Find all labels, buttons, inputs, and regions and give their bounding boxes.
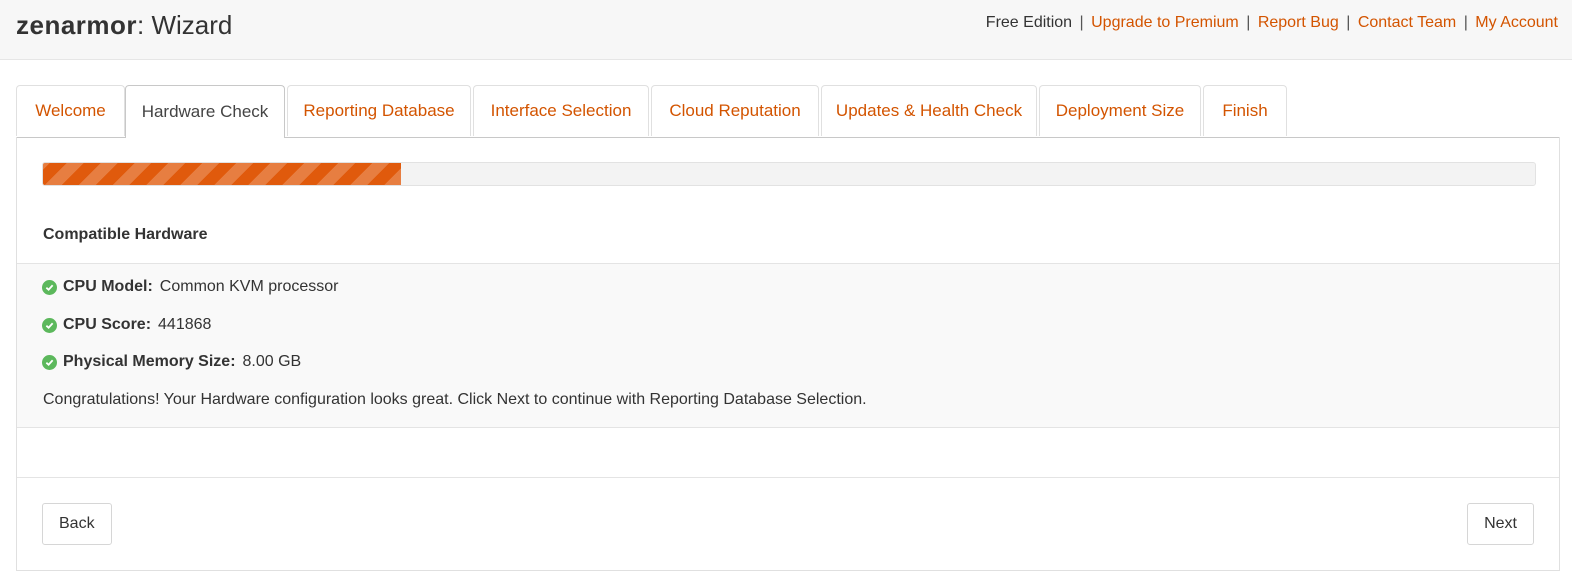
upgrade-premium-link[interactable]: Upgrade to Premium: [1091, 14, 1239, 31]
memory-size-label: Physical Memory Size:: [63, 353, 236, 370]
tab-updates-health-check[interactable]: Updates & Health Check: [821, 85, 1037, 136]
tab-reporting-database[interactable]: Reporting Database: [287, 85, 471, 136]
edition-label: Free Edition: [985, 14, 1073, 31]
cpu-model-label: CPU Model:: [63, 278, 153, 295]
hardware-item-cpu-score: CPU Score: 441868: [42, 316, 211, 334]
success-message: Congratulations! Your Hardware configura…: [43, 391, 867, 408]
hardware-item-memory: Physical Memory Size: 8.00 GB: [42, 353, 301, 371]
tab-welcome[interactable]: Welcome: [16, 85, 125, 136]
tab-interface-selection[interactable]: Interface Selection: [473, 85, 649, 136]
progress-bar: [42, 162, 1536, 186]
check-circle-icon: [42, 279, 57, 295]
wizard-tabs: Welcome Hardware Check Reporting Databas…: [16, 85, 1560, 138]
separator: |: [1246, 14, 1251, 31]
hardware-item-cpu-model: CPU Model: Common KVM processor: [42, 278, 339, 296]
progress-fill: [43, 163, 402, 185]
footer-divider: [17, 477, 1559, 478]
next-button[interactable]: Next: [1467, 503, 1534, 545]
zenarmor-logo: zenarmor: [16, 10, 138, 40]
memory-size-value: 8.00 GB: [242, 353, 302, 370]
cpu-model-value: Common KVM processor: [159, 278, 339, 295]
separator: |: [1079, 14, 1084, 31]
cpu-score-label: CPU Score:: [63, 316, 152, 333]
tab-cloud-reputation[interactable]: Cloud Reputation: [651, 85, 819, 136]
check-circle-icon: [42, 317, 57, 333]
wizard-panel: Compatible Hardware CPU Model: Common KV…: [16, 137, 1560, 571]
separator: |: [1346, 14, 1351, 31]
separator: |: [1463, 14, 1468, 31]
title-suffix: : Wizard: [137, 10, 233, 40]
tab-deployment-size[interactable]: Deployment Size: [1039, 85, 1201, 136]
header-links: Free Edition | Upgrade to Premium | Repo…: [986, 14, 1558, 32]
top-bar: zenarmor: Wizard Free Edition | Upgrade …: [0, 0, 1572, 60]
back-button[interactable]: Back: [42, 503, 112, 545]
tab-hardware-check[interactable]: Hardware Check: [125, 85, 285, 138]
section-title: Compatible Hardware: [43, 226, 208, 243]
tab-finish[interactable]: Finish: [1203, 85, 1287, 136]
cpu-score-value: 441868: [158, 316, 212, 333]
contact-team-link[interactable]: Contact Team: [1358, 14, 1456, 31]
hardware-results: CPU Model: Common KVM processor CPU Scor…: [17, 263, 1559, 428]
my-account-link[interactable]: My Account: [1475, 14, 1558, 31]
app-title: zenarmor: Wizard: [16, 10, 232, 41]
report-bug-link[interactable]: Report Bug: [1258, 14, 1339, 31]
check-circle-icon: [42, 354, 57, 370]
